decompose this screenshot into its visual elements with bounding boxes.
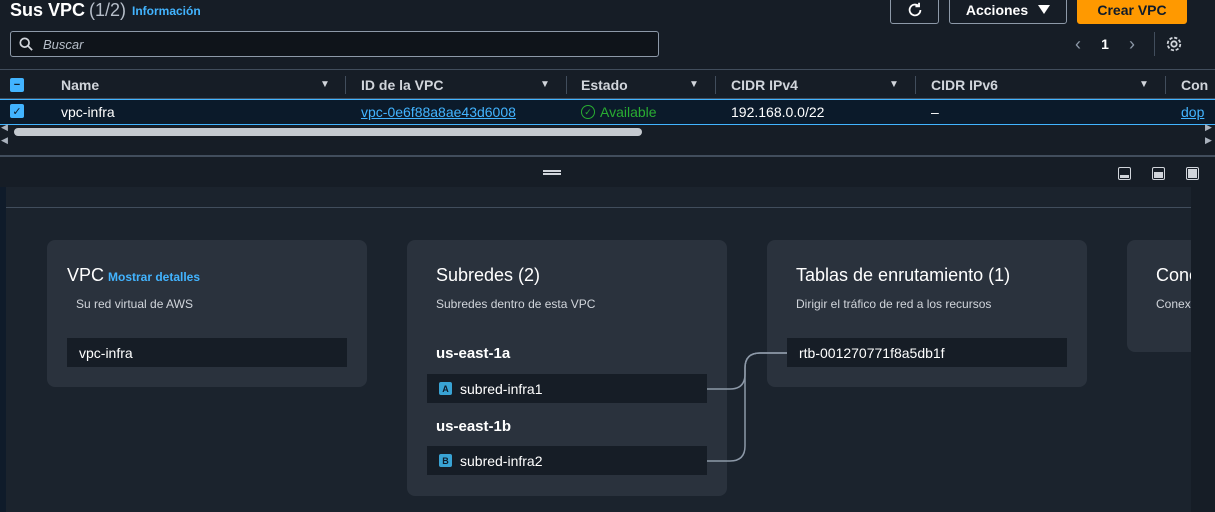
check-circle-icon: ✓ bbox=[581, 105, 595, 119]
create-vpc-button[interactable]: Crear VPC bbox=[1077, 0, 1187, 24]
column-label: Con bbox=[1181, 76, 1209, 93]
current-page[interactable]: 1 bbox=[1088, 36, 1122, 52]
cidr-ipv4-cell: 192.168.0.0/22 bbox=[731, 104, 825, 120]
scroll-left-icon[interactable]: ◀ bbox=[1, 122, 8, 133]
subnet-name: subred-infra2 bbox=[460, 452, 543, 469]
column-divider bbox=[345, 76, 346, 94]
panel-splitter[interactable] bbox=[0, 155, 1215, 187]
column-divider bbox=[1165, 76, 1166, 94]
sort-caret-icon[interactable]: ▼ bbox=[889, 79, 899, 90]
route-tables-card: Tablas de enrutamiento (1) Dirigir el tr… bbox=[767, 240, 1087, 387]
sort-caret-icon[interactable]: ▼ bbox=[689, 79, 699, 90]
truncated-link-cell[interactable]: dop bbox=[1181, 100, 1215, 124]
select-all-checkbox[interactable]: − bbox=[10, 78, 24, 92]
scroll-right-icon[interactable]: ▶ bbox=[1205, 135, 1212, 146]
vpc-card: VPC Mostrar detalles Su red virtual de A… bbox=[47, 240, 367, 387]
scroll-left-icon[interactable]: ◀ bbox=[1, 135, 8, 146]
sort-caret-icon[interactable]: ▼ bbox=[320, 79, 330, 90]
vpc-name-cell: vpc-infra bbox=[61, 104, 115, 120]
column-header-more[interactable]: Con bbox=[1181, 70, 1215, 99]
cidr-ipv6-cell: – bbox=[931, 104, 939, 120]
route-tables-card-description: Dirigir el tráfico de red a los recursos bbox=[796, 297, 992, 311]
page-title-text: Sus VPC bbox=[10, 0, 86, 20]
connections-card: Cone Conexi bbox=[1127, 240, 1191, 352]
vpc-item[interactable]: vpc-infra bbox=[67, 338, 347, 367]
pagination: ‹ 1 › bbox=[1068, 32, 1183, 56]
horizontal-scrollbar[interactable]: ◀ ▶ ◀ ▶ bbox=[0, 122, 1215, 145]
column-header-cidr-ipv6[interactable]: CIDR IPv6 ▼ bbox=[931, 70, 1161, 99]
sort-caret-icon[interactable]: ▼ bbox=[1139, 79, 1149, 90]
connections-card-description: Conexi bbox=[1156, 297, 1191, 311]
refresh-icon bbox=[908, 2, 921, 16]
search-input[interactable] bbox=[43, 36, 623, 52]
column-divider bbox=[715, 76, 716, 94]
availability-zone-label: us-east-1b bbox=[436, 418, 512, 435]
column-label: CIDR IPv4 bbox=[731, 76, 798, 93]
sort-caret-icon[interactable]: ▼ bbox=[540, 79, 550, 90]
column-label: Estado bbox=[581, 76, 628, 93]
table-header: − Name ▼ ID de la VPC ▼ Estado ▼ CIDR IP… bbox=[0, 69, 1215, 99]
column-header-status[interactable]: Estado ▼ bbox=[581, 70, 711, 99]
vpc-card-title: VPC bbox=[67, 265, 105, 285]
previous-page-icon[interactable]: ‹ bbox=[1068, 34, 1088, 55]
az-badge-icon: A bbox=[439, 382, 452, 395]
next-page-icon[interactable]: › bbox=[1122, 34, 1142, 55]
selection-count: (1/2) bbox=[89, 0, 127, 20]
caret-down-icon bbox=[1038, 4, 1051, 14]
page-title: Sus VPC (1/2) bbox=[10, 0, 126, 21]
scroll-right-icon[interactable]: ▶ bbox=[1205, 122, 1212, 133]
search-field[interactable] bbox=[10, 31, 659, 57]
subnet-name: subred-infra1 bbox=[460, 380, 543, 397]
refresh-button[interactable] bbox=[890, 0, 939, 24]
maximize-panel-icon[interactable] bbox=[1186, 167, 1199, 180]
show-details-link[interactable]: Mostrar detalles bbox=[108, 270, 200, 284]
az-badge-icon: B bbox=[439, 454, 452, 467]
subnet-item[interactable]: B subred-infra2 bbox=[427, 446, 707, 475]
split-panel-icon[interactable] bbox=[1152, 167, 1165, 180]
subnets-card: Subredes (2) Subredes dentro de esta VPC… bbox=[407, 240, 727, 496]
route-table-item[interactable]: rtb-001270771f8a5db1f bbox=[787, 338, 1067, 367]
column-divider bbox=[915, 76, 916, 94]
subnets-card-description: Subredes dentro de esta VPC bbox=[436, 297, 596, 311]
minimize-panel-icon[interactable] bbox=[1118, 167, 1131, 180]
connections-card-title: Cone bbox=[1156, 265, 1191, 285]
table-row[interactable]: ✓ vpc-infra vpc-0e6f88a8ae43d6008 ✓ Avai… bbox=[0, 99, 1215, 125]
column-label: ID de la VPC bbox=[361, 76, 444, 93]
subnet-item[interactable]: A subred-infra1 bbox=[427, 374, 707, 403]
vpc-list-panel: Sus VPC (1/2) Información Acciones Crear … bbox=[0, 0, 1215, 155]
row-checkbox[interactable]: ✓ bbox=[10, 104, 24, 118]
search-icon bbox=[19, 37, 33, 51]
info-link[interactable]: Información bbox=[132, 4, 201, 18]
pager-divider bbox=[1154, 32, 1155, 56]
divider bbox=[6, 207, 1191, 208]
gear-icon[interactable] bbox=[1165, 35, 1183, 53]
column-label: Name bbox=[61, 76, 100, 93]
vertical-scrollbar[interactable] bbox=[1191, 187, 1215, 512]
actions-button[interactable]: Acciones bbox=[949, 0, 1067, 24]
vpc-id-link[interactable]: vpc-0e6f88a8ae43d6008 bbox=[361, 100, 516, 124]
subnets-card-title: Subredes (2) bbox=[436, 265, 541, 285]
horizontal-scroll-thumb[interactable] bbox=[14, 128, 642, 136]
route-tables-card-title: Tablas de enrutamiento (1) bbox=[796, 265, 1011, 285]
status-text: Available bbox=[600, 104, 657, 120]
column-header-name[interactable]: Name ▼ bbox=[61, 70, 341, 99]
column-header-cidr-ipv4[interactable]: CIDR IPv4 ▼ bbox=[731, 70, 911, 99]
status-cell: ✓ Available bbox=[581, 100, 657, 124]
vpc-card-description: Su red virtual de AWS bbox=[76, 297, 193, 311]
drag-handle-icon[interactable] bbox=[543, 170, 561, 175]
column-divider bbox=[566, 76, 567, 94]
availability-zone-label: us-east-1a bbox=[436, 345, 511, 362]
column-label: CIDR IPv6 bbox=[931, 76, 998, 93]
column-header-vpc-id[interactable]: ID de la VPC ▼ bbox=[361, 70, 561, 99]
actions-label: Acciones bbox=[965, 1, 1029, 18]
